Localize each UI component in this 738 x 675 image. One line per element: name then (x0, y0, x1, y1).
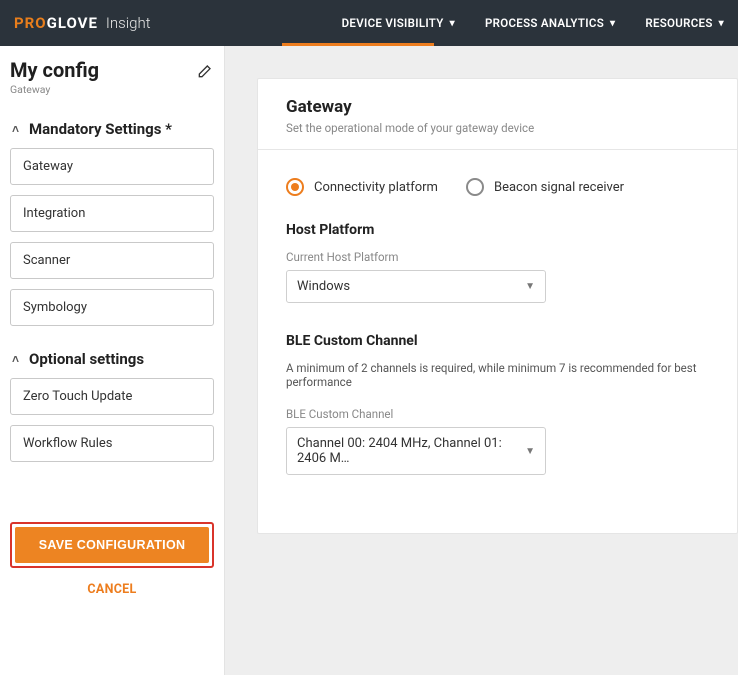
nav-label: RESOURCES (645, 16, 712, 30)
save-configuration-button[interactable]: SAVE CONFIGURATION (15, 527, 209, 563)
host-platform-heading: Host Platform (286, 222, 709, 238)
config-subtitle: Gateway (10, 83, 99, 96)
select-value: Windows (297, 279, 350, 294)
ble-note: A minimum of 2 channels is required, whi… (286, 361, 709, 389)
brand-logo-part2: GLOVE (47, 14, 98, 32)
edit-icon[interactable] (194, 62, 214, 82)
top-nav: DEVICE VISIBILITY ▾ PROCESS ANALYTICS ▾ … (342, 16, 724, 30)
card-title: Gateway (286, 97, 709, 117)
select-value: Channel 00: 2404 MHz, Channel 01: 2406 M… (297, 436, 515, 466)
host-platform-block: Host Platform Current Host Platform Wind… (286, 222, 709, 303)
save-button-highlight: SAVE CONFIGURATION (10, 522, 214, 568)
sidebar-item-gateway[interactable]: Gateway (10, 148, 214, 185)
app-header: PROGLOVE Insight DEVICE VISIBILITY ▾ PRO… (0, 0, 738, 46)
sidebar: My config Gateway ˄ Mandatory Settings *… (0, 46, 225, 675)
ble-channel-select[interactable]: Channel 00: 2404 MHz, Channel 01: 2406 M… (286, 427, 546, 475)
host-platform-select[interactable]: Windows ▼ (286, 270, 546, 303)
radio-icon (466, 178, 484, 196)
chevron-up-icon: ˄ (12, 352, 19, 366)
divider (258, 149, 737, 150)
brand-subtitle: Insight (106, 14, 151, 32)
config-title: My config (10, 58, 99, 82)
sidebar-item-zero-touch[interactable]: Zero Touch Update (10, 378, 214, 415)
section-optional-label: Optional settings (29, 350, 144, 368)
nav-resources[interactable]: RESOURCES ▾ (645, 16, 724, 30)
brand: PROGLOVE Insight (14, 14, 151, 32)
chevron-up-icon: ˄ (12, 122, 19, 136)
section-mandatory-header[interactable]: ˄ Mandatory Settings * (12, 120, 214, 138)
section-mandatory-label: Mandatory Settings * (29, 120, 172, 138)
chevron-down-icon: ▾ (610, 18, 615, 29)
gateway-card: Gateway Set the operational mode of your… (257, 78, 738, 534)
section-optional-header[interactable]: ˄ Optional settings (12, 350, 214, 368)
chevron-down-icon: ▾ (450, 18, 455, 29)
radio-connectivity-platform[interactable]: Connectivity platform (286, 178, 438, 196)
active-tab-indicator (282, 43, 434, 46)
radio-icon (286, 178, 304, 196)
main-content: Gateway Set the operational mode of your… (225, 46, 738, 675)
ble-heading: BLE Custom Channel (286, 333, 709, 349)
ble-channel-block: BLE Custom Channel A minimum of 2 channe… (286, 333, 709, 475)
brand-logo: PROGLOVE (14, 14, 98, 32)
nav-label: DEVICE VISIBILITY (342, 16, 444, 30)
nav-process-analytics[interactable]: PROCESS ANALYTICS ▾ (485, 16, 615, 30)
chevron-down-icon: ▼ (525, 446, 535, 457)
nav-label: PROCESS ANALYTICS (485, 16, 604, 30)
sidebar-item-scanner[interactable]: Scanner (10, 242, 214, 279)
host-platform-label: Current Host Platform (286, 250, 709, 264)
card-subtitle: Set the operational mode of your gateway… (286, 121, 709, 135)
ble-label: BLE Custom Channel (286, 407, 709, 421)
radio-beacon-signal-receiver[interactable]: Beacon signal receiver (466, 178, 624, 196)
radio-label: Connectivity platform (314, 180, 438, 195)
chevron-down-icon: ▼ (525, 281, 535, 292)
brand-logo-part1: PRO (14, 14, 47, 32)
chevron-down-icon: ▾ (719, 18, 724, 29)
sidebar-item-integration[interactable]: Integration (10, 195, 214, 232)
nav-device-visibility[interactable]: DEVICE VISIBILITY ▾ (342, 16, 455, 30)
sidebar-item-workflow-rules[interactable]: Workflow Rules (10, 425, 214, 462)
gateway-mode-radio-group: Connectivity platform Beacon signal rece… (286, 178, 709, 196)
radio-label: Beacon signal receiver (494, 180, 624, 195)
sidebar-item-symbology[interactable]: Symbology (10, 289, 214, 326)
cancel-button[interactable]: CANCEL (10, 582, 214, 597)
